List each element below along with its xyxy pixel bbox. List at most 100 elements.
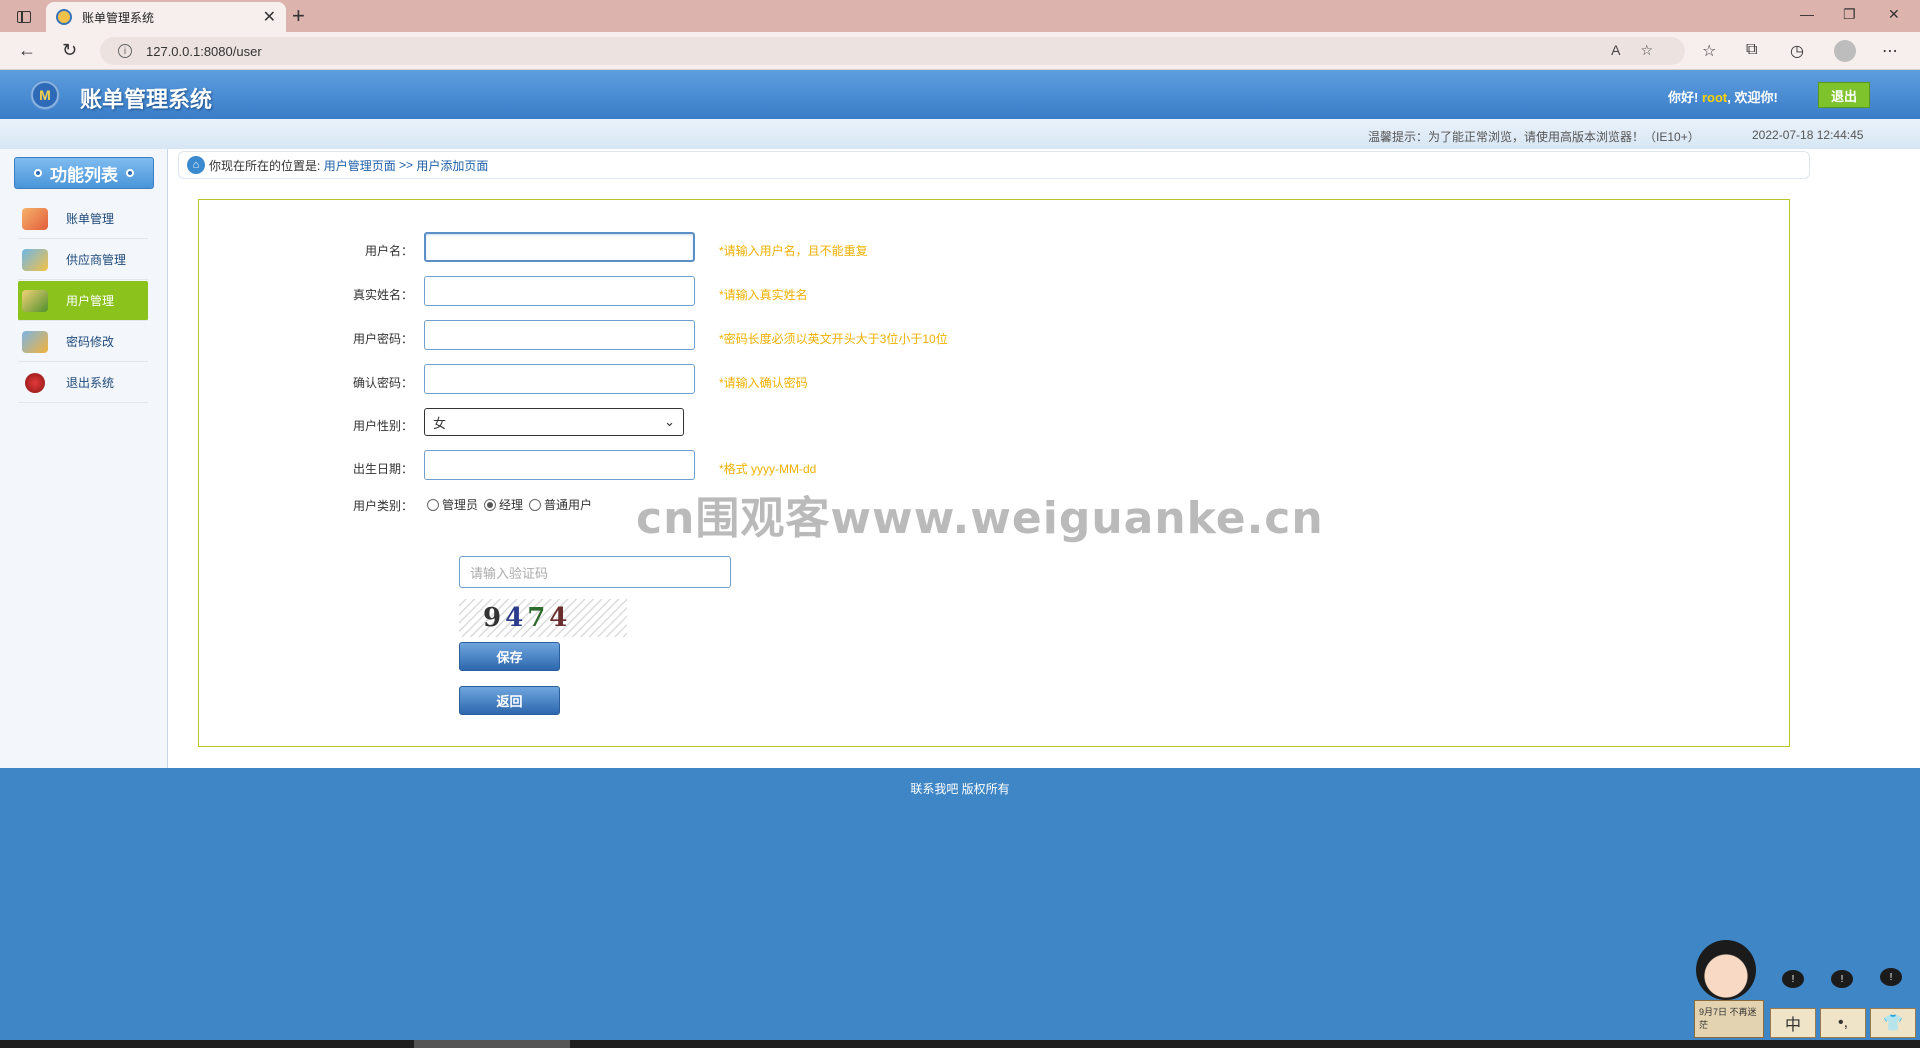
datetime: 2022-07-18 12:44:45	[1752, 128, 1864, 142]
minimize-icon[interactable]: —	[1800, 6, 1814, 22]
captcha-digit: 4	[549, 603, 572, 633]
restore-icon[interactable]: ❐	[1843, 6, 1856, 23]
gender-select[interactable]: 女 ⌄	[424, 408, 684, 436]
realname-label: 真实姓名：	[352, 288, 413, 302]
birthday-hint: *格式 yyyy-MM-dd	[719, 462, 817, 476]
username: root	[1701, 90, 1728, 105]
browser-tip: 温馨提示：为了能正常浏览，请使用高版本浏览器！（IE10+）	[1368, 130, 1700, 144]
back-icon[interactable]: ←	[18, 40, 36, 60]
password-hint: *密码长度必须以英文开头大于3位小于10位	[719, 332, 948, 346]
realname-input[interactable]	[424, 276, 695, 306]
sidebar-item-label: 用户管理	[66, 294, 115, 308]
favicon-icon	[56, 9, 72, 25]
role-label: 用户类别：	[352, 499, 413, 513]
window-close-icon[interactable]: ✕	[1888, 6, 1900, 23]
birthday-input[interactable]	[424, 450, 695, 480]
taskbar-strip	[0, 1040, 1920, 1048]
mascot-character-icon	[1696, 940, 1756, 1000]
bill-icon	[22, 207, 48, 230]
browser-address-bar: ← ↻ i 127.0.0.1:8080/user A☆ ☆ ⧉ ◷ ⋯	[0, 32, 1920, 70]
read-aloud-favorite-icons[interactable]: A☆	[1611, 42, 1673, 59]
sidebar-item-label: 账单管理	[66, 212, 115, 226]
confirm-label: 确认密码：	[352, 376, 413, 390]
breadcrumb-level1[interactable]: 用户管理页面	[324, 157, 396, 174]
sidebar-title: 功能列表	[14, 157, 154, 189]
ime-chinese-box[interactable]: 中	[1770, 1008, 1816, 1038]
save-button[interactable]: 保存	[459, 642, 560, 671]
breadcrumb-prefix: 你现在所在的位置是:	[209, 158, 321, 173]
mascot-widget[interactable]: 9月7日 不再迷茫 ! ! ! 中 •, 👕	[1668, 936, 1918, 1040]
captcha-input[interactable]: 请输入验证码	[459, 556, 731, 588]
new-tab-button[interactable]: +	[292, 4, 305, 28]
taskbar-item[interactable]	[414, 1040, 570, 1048]
browser-tab[interactable]: 账单管理系统 ✕	[46, 2, 286, 32]
back-button[interactable]: 返回	[459, 686, 560, 715]
password-input[interactable]	[424, 320, 695, 350]
captcha-image[interactable]: 9 4 7 4	[459, 599, 627, 637]
url-text: 127.0.0.1:8080/user	[146, 43, 262, 59]
role-label-user: 普通用户	[544, 498, 593, 512]
bubble-icon: !	[1831, 970, 1853, 988]
site-info-icon[interactable]: i	[118, 44, 132, 58]
sidebar-item-label: 供应商管理	[66, 253, 127, 267]
gender-selected: 女	[433, 415, 447, 431]
watermark: cn围观客www.weiguanke.cn	[636, 493, 1324, 544]
role-radio-admin[interactable]	[427, 498, 439, 511]
logo-icon: M	[30, 80, 60, 110]
tab-close-icon[interactable]: ✕	[263, 7, 276, 27]
profile-avatar[interactable]	[1834, 40, 1856, 62]
chevron-down-icon: ⌄	[664, 414, 675, 429]
sidebar-item-exit[interactable]: 退出系统	[18, 363, 148, 403]
mascot-board: 9月7日 不再迷茫	[1694, 1000, 1764, 1038]
realname-hint: *请输入真实姓名	[719, 288, 808, 302]
greeting-suffix: , 欢迎你!	[1727, 90, 1778, 105]
sidebar-item-supplier[interactable]: 供应商管理	[18, 240, 148, 280]
captcha-digit: 9	[483, 603, 506, 633]
copyright: 联系我吧 版权所有	[910, 782, 1010, 796]
history-icon[interactable]: ◷	[1790, 41, 1804, 61]
refresh-icon[interactable]: ↻	[62, 40, 77, 60]
supplier-icon	[22, 248, 48, 271]
system-title: 账单管理系统	[80, 87, 213, 112]
punctuation-box[interactable]: •,	[1820, 1008, 1866, 1038]
role-label-manager: 经理	[499, 498, 524, 512]
password-label: 用户密码：	[352, 332, 413, 346]
username-input[interactable]	[424, 232, 695, 262]
exit-icon	[25, 372, 45, 393]
logout-button[interactable]: 退出	[1818, 82, 1870, 108]
home-icon: ⌂	[187, 156, 205, 174]
tab-title: 账单管理系统	[82, 10, 155, 25]
role-radio-user[interactable]	[529, 498, 542, 511]
url-field[interactable]: i 127.0.0.1:8080/user A☆	[100, 37, 1685, 65]
captcha-digit: 4	[505, 603, 528, 633]
sidebar: 功能列表 账单管理 供应商管理 用户管理 密码修改 退出系统	[0, 149, 168, 768]
role-radio-group: 管理员 经理 普通用户	[427, 496, 598, 513]
app-header: M 账单管理系统 你好! root, 欢迎你! 退出	[0, 70, 1920, 119]
role-label-admin: 管理员	[442, 498, 479, 512]
breadcrumb: ⌂ 你现在所在的位置是: 用户管理页面 >> 用户添加页面	[178, 151, 1810, 179]
sidebar-item-password[interactable]: 密码修改	[18, 322, 148, 362]
more-icon[interactable]: ⋯	[1882, 41, 1898, 61]
sidebar-item-label: 退出系统	[66, 376, 115, 390]
sidebar-item-users[interactable]: 用户管理	[18, 281, 148, 321]
bubble-icon: !	[1880, 968, 1902, 986]
skin-box[interactable]: 👕	[1870, 1008, 1916, 1038]
users-icon	[22, 289, 48, 312]
breadcrumb-separator: >>	[399, 158, 414, 172]
sidebar-title-text: 功能列表	[50, 165, 118, 185]
role-radio-manager[interactable]	[484, 498, 497, 511]
collections-icon[interactable]: ⧉	[1746, 41, 1757, 59]
gender-label: 用户性别：	[352, 419, 413, 433]
username-label: 用户名：	[364, 244, 413, 258]
sidebar-item-bill[interactable]: 账单管理	[18, 199, 148, 239]
greeting: 你好! root, 欢迎你!	[1668, 87, 1778, 106]
tab-actions-icon[interactable]	[10, 6, 38, 28]
confirm-password-input[interactable]	[424, 364, 695, 394]
bubble-icon: !	[1782, 970, 1804, 988]
favorites-icon[interactable]: ☆	[1702, 41, 1716, 61]
username-hint: *请输入用户名，且不能重复	[719, 244, 868, 258]
user-add-form: 用户名： *请输入用户名，且不能重复 真实姓名： *请输入真实姓名 用户密码： …	[198, 199, 1790, 747]
browser-tab-bar: 账单管理系统 ✕ + — ❐ ✕	[0, 0, 1920, 32]
greeting-prefix: 你好!	[1668, 90, 1699, 105]
birthday-label: 出生日期：	[352, 462, 413, 476]
